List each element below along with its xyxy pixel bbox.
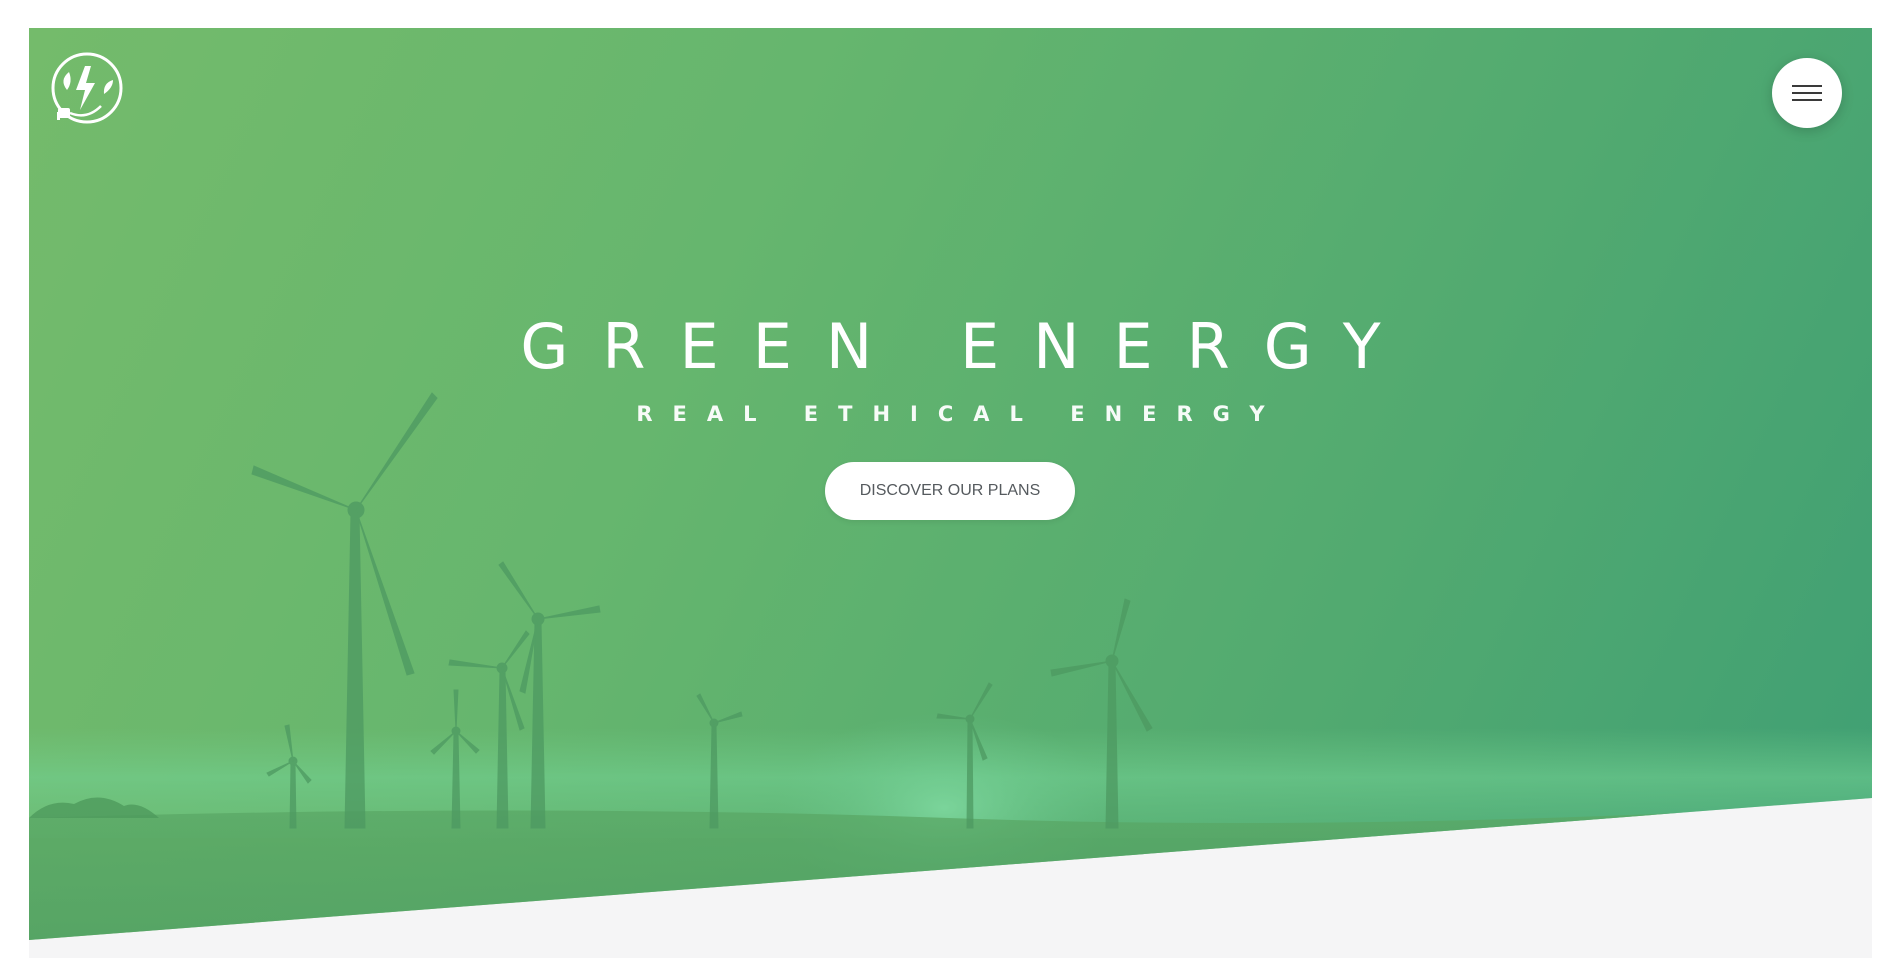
logo-icon[interactable] <box>49 50 125 126</box>
hero-title: GREEN ENERGY <box>520 310 1415 383</box>
hero-subtitle: REAL ETHICAL ENERGY <box>636 402 1285 426</box>
hamburger-menu-icon <box>1792 83 1822 103</box>
menu-button[interactable] <box>1772 58 1842 128</box>
discover-plans-button[interactable]: DISCOVER OUR PLANS <box>825 462 1075 520</box>
hero-section: GREEN ENERGY REAL ETHICAL ENERGY DISCOVE… <box>29 28 1872 940</box>
page: GREEN ENERGY REAL ETHICAL ENERGY DISCOVE… <box>29 28 1872 958</box>
